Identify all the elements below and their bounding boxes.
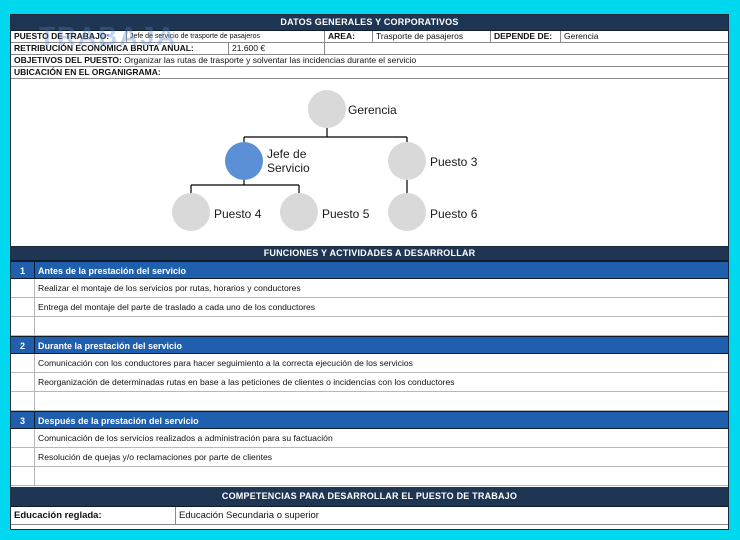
educacion-row: Educación reglada: Educación Secundaria …	[11, 507, 728, 525]
puesto-label: PUESTO DE TRABAJO:	[11, 31, 127, 42]
task-num-cell	[11, 448, 35, 466]
task-text: Realizar el montaje de los servicios por…	[38, 283, 301, 293]
section-2: 2 Durante la prestación del servicio Com…	[11, 336, 728, 411]
task-row: Comunicación de los servicios realizados…	[11, 429, 728, 448]
node-gerencia	[308, 90, 346, 128]
task-text: Comunicación con los conductores para ha…	[38, 358, 413, 368]
funciones-header: FUNCIONES Y ACTIVIDADES A DESARROLLAR	[11, 247, 728, 261]
node-puesto-4	[172, 193, 210, 231]
label-puesto-6: Puesto 6	[430, 207, 478, 221]
node-puesto-6	[388, 193, 426, 231]
task-row: Realizar el montaje de los servicios por…	[11, 279, 728, 298]
task-num-cell	[11, 298, 35, 316]
area-label: AREA:	[325, 31, 373, 42]
task-text	[35, 317, 38, 335]
node-jefe-servicio	[225, 142, 263, 180]
task-text	[35, 392, 38, 410]
task-num-cell	[11, 429, 35, 447]
label-jefe-servicio: Jefe de Servicio	[267, 147, 310, 175]
retribucion-label: RETRIBUCIÓN ECONÓMICA BRUTA ANUAL:	[11, 43, 229, 54]
node-puesto-3	[388, 142, 426, 180]
node-puesto-5	[280, 193, 318, 231]
section-header: 1 Antes de la prestación del servicio	[11, 261, 728, 279]
ubicacion-row: UBICACIÓN EN EL ORGANIGRAMA:	[11, 67, 728, 79]
section-title: Después de la prestación del servicio	[38, 416, 199, 426]
area-value: Trasporte de pasajeros	[373, 31, 491, 42]
retribucion-row: RETRIBUCIÓN ECONÓMICA BRUTA ANUAL: 21.60…	[11, 43, 728, 55]
educacion-value: Educación Secundaria o superior	[179, 510, 319, 521]
ubicacion-label: UBICACIÓN EN EL ORGANIGRAMA:	[14, 67, 161, 77]
job-description-sheet: TRABAJA DATOS GENERALES Y CORPORATIVOS P…	[10, 14, 729, 530]
objetivos-cell: OBJETIVOS DEL PUESTO: Organizar las ruta…	[11, 55, 728, 66]
task-row: Comunicación con los conductores para ha…	[11, 354, 728, 373]
retribucion-empty	[325, 43, 728, 54]
label-gerencia: Gerencia	[348, 103, 397, 117]
task-text: Entrega del montaje del parte de traslad…	[38, 302, 316, 312]
section-number: 3	[11, 412, 35, 428]
section-header: 3 Después de la prestación del servicio	[11, 411, 728, 429]
section-title: Durante la prestación del servicio	[38, 341, 183, 351]
label-jefe-line2: Servicio	[267, 161, 310, 175]
section-number: 1	[11, 262, 35, 278]
task-row: Resolución de quejas y/o reclamaciones p…	[11, 448, 728, 467]
task-num-cell	[11, 317, 35, 335]
label-puesto-5: Puesto 5	[322, 207, 370, 221]
puesto-row: PUESTO DE TRABAJO: Jefe de servicio de t…	[11, 31, 728, 43]
competencias-header: COMPETENCIAS PARA DESARROLLAR EL PUESTO …	[11, 487, 728, 507]
educacion-label: Educación reglada:	[11, 507, 176, 524]
task-num-cell	[11, 392, 35, 410]
org-chart: Gerencia Jefe de Servicio Puesto 3 Puest…	[11, 79, 728, 247]
task-text	[35, 467, 38, 485]
section-3: 3 Después de la prestación del servicio …	[11, 411, 728, 486]
task-text: Resolución de quejas y/o reclamaciones p…	[38, 452, 273, 462]
label-puesto-3: Puesto 3	[430, 155, 478, 169]
label-puesto-4: Puesto 4	[214, 207, 262, 221]
section-1: 1 Antes de la prestación del servicio Re…	[11, 261, 728, 336]
objetivos-value: Organizar las rutas de trasporte y solve…	[124, 55, 417, 65]
objetivos-row: OBJETIVOS DEL PUESTO: Organizar las ruta…	[11, 55, 728, 67]
funciones-sections: 1 Antes de la prestación del servicio Re…	[11, 261, 728, 486]
retribucion-value: 21.600 €	[229, 43, 325, 54]
task-row: Entrega del montaje del parte de traslad…	[11, 298, 728, 317]
general-data-header: DATOS GENERALES Y CORPORATIVOS	[11, 15, 728, 31]
task-row	[11, 317, 728, 336]
depende-label: DEPENDE DE:	[491, 31, 561, 42]
objetivos-label: OBJETIVOS DEL PUESTO:	[14, 55, 122, 65]
task-row	[11, 392, 728, 411]
task-num-cell	[11, 373, 35, 391]
task-num-cell	[11, 279, 35, 297]
task-num-cell	[11, 354, 35, 372]
task-row: Reorganización de determinadas rutas en …	[11, 373, 728, 392]
label-jefe-line1: Jefe de	[267, 147, 307, 161]
puesto-value: Jefe de servicio de trasporte de pasajer…	[127, 31, 325, 42]
section-header: 2 Durante la prestación del servicio	[11, 336, 728, 354]
section-number: 2	[11, 337, 35, 353]
task-num-cell	[11, 467, 35, 485]
task-text: Comunicación de los servicios realizados…	[38, 433, 333, 443]
depende-value: Gerencia	[564, 31, 599, 41]
section-title: Antes de la prestación del servicio	[38, 266, 187, 276]
task-row	[11, 467, 728, 486]
task-text: Reorganización de determinadas rutas en …	[38, 377, 455, 387]
